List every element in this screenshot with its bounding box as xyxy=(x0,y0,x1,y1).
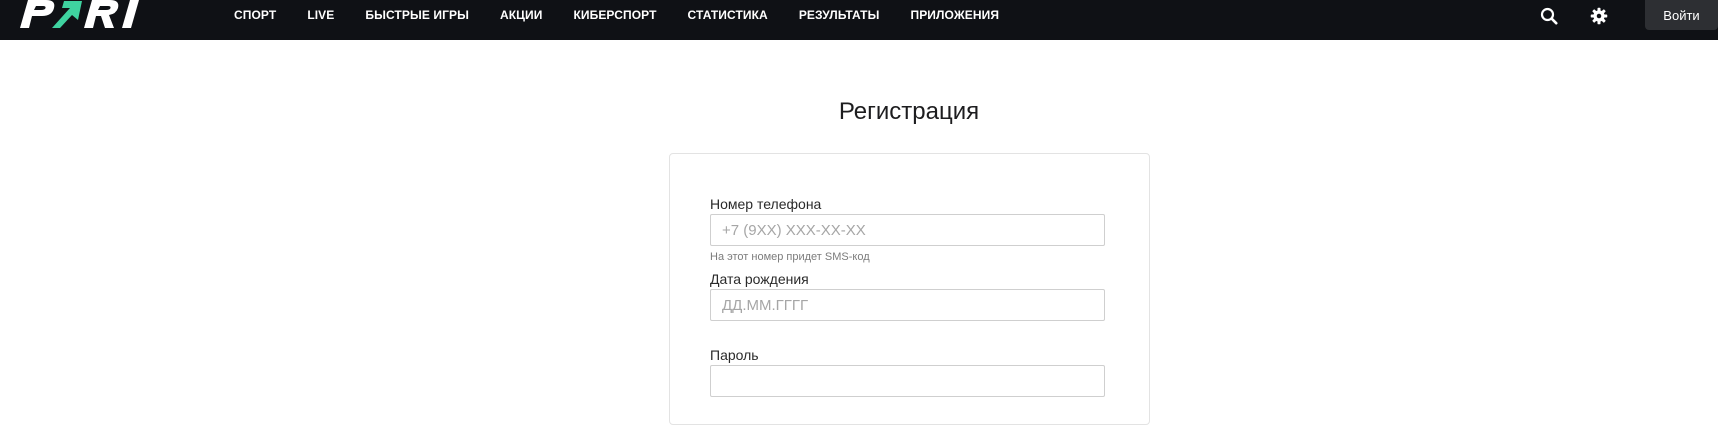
main-nav: СПОРТ LIVE БЫСТРЫЕ ИГРЫ АКЦИИ КИБЕРСПОРТ… xyxy=(234,0,1030,30)
phone-hint: На этот номер придет SMS-код xyxy=(710,251,870,263)
nav-item-sport[interactable]: СПОРТ xyxy=(234,8,276,22)
nav-item-promotions[interactable]: АКЦИИ xyxy=(500,8,543,22)
phone-input[interactable] xyxy=(710,214,1105,246)
page-title: Регистрация xyxy=(838,98,980,125)
login-button[interactable]: Войти xyxy=(1645,0,1718,30)
gear-icon xyxy=(1590,7,1608,25)
search-icon xyxy=(1540,7,1558,25)
search-button[interactable] xyxy=(1538,5,1560,27)
nav-item-statistics[interactable]: СТАТИСТИКА xyxy=(688,8,768,22)
birthdate-input[interactable] xyxy=(710,289,1105,321)
nav-item-results[interactable]: РЕЗУЛЬТАТЫ xyxy=(799,8,880,22)
registration-form: Номер телефона На этот номер придет SMS-… xyxy=(669,153,1150,425)
nav-item-esports[interactable]: КИБЕРСПОРТ xyxy=(573,8,656,22)
pari-logo[interactable] xyxy=(18,0,148,30)
top-navigation-bar: СПОРТ LIVE БЫСТРЫЕ ИГРЫ АКЦИИ КИБЕРСПОРТ… xyxy=(0,0,1718,40)
phone-label: Номер телефона xyxy=(710,196,822,212)
nav-item-fast-games[interactable]: БЫСТРЫЕ ИГРЫ xyxy=(365,8,469,22)
password-input[interactable] xyxy=(710,365,1105,397)
birthdate-label: Дата рождения xyxy=(710,271,809,287)
nav-item-live[interactable]: LIVE xyxy=(307,8,334,22)
password-label: Пароль xyxy=(710,347,759,363)
settings-button[interactable] xyxy=(1588,5,1610,27)
nav-item-apps[interactable]: ПРИЛОЖЕНИЯ xyxy=(910,8,999,22)
